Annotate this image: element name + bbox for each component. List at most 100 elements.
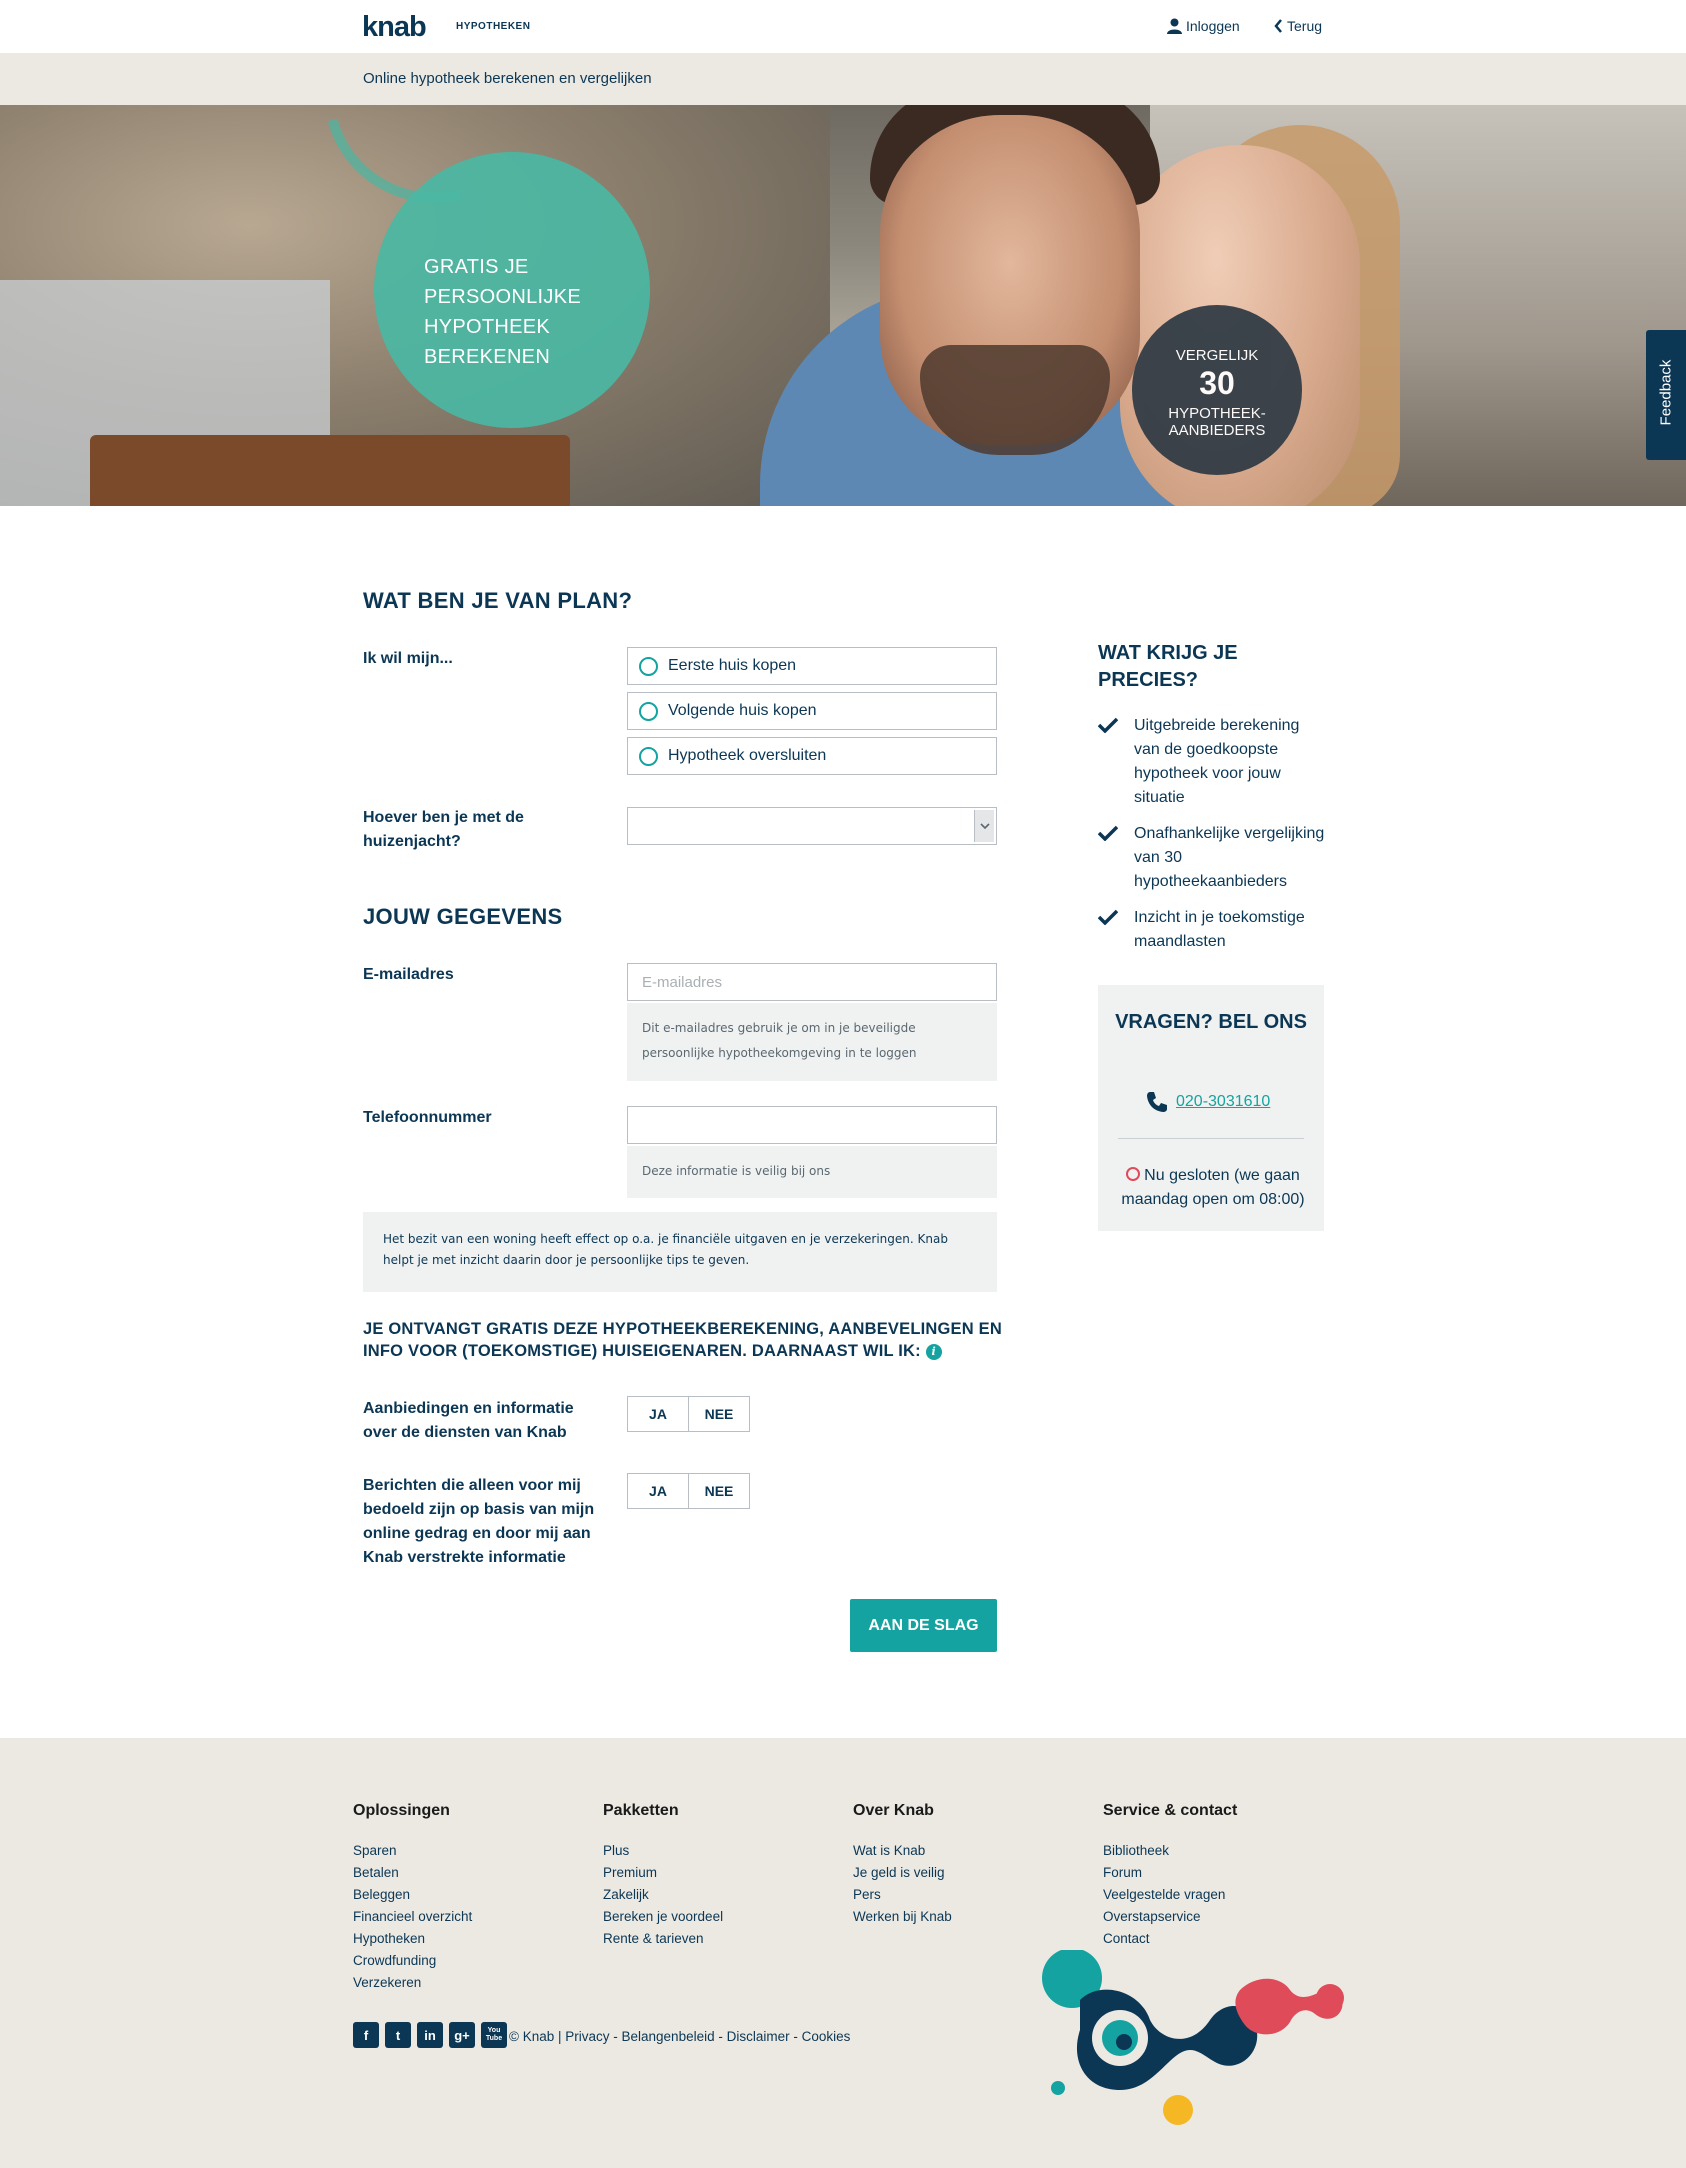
footer-column-title: Oplossingen: [353, 1802, 450, 1819]
benefit-text: Inzicht in je toekomstige maandlasten: [1134, 909, 1305, 950]
bubble-line: BEREKENEN: [424, 346, 551, 368]
bubble-line: PERSOONLIJKE: [424, 286, 581, 308]
social-icons: f t in g+ You Tube: [353, 2022, 507, 2048]
footer-link[interactable]: Verzekeren: [353, 1972, 472, 1994]
email-label: E-mailadres: [363, 966, 454, 983]
back-label: Terug: [1287, 18, 1323, 34]
footer-link[interactable]: Sparen: [353, 1840, 472, 1862]
feedback-tab[interactable]: Feedback: [1646, 330, 1686, 460]
page-title: Online hypotheek berekenen en vergelijke…: [363, 70, 652, 87]
interests-policy-link[interactable]: Belangenbeleid: [622, 2029, 715, 2044]
consent-q2-yes-button[interactable]: JA: [628, 1474, 688, 1508]
info-icon[interactable]: i: [925, 1343, 942, 1360]
radio-next-house[interactable]: Volgende huis kopen: [627, 692, 997, 730]
knab-logo[interactable]: knab: [362, 11, 427, 44]
email-hint: Dit e-mailadres gebruik je om in je beve…: [627, 1003, 997, 1081]
footer-link[interactable]: Wat is Knab: [853, 1840, 952, 1862]
footer-link[interactable]: Je geld is veilig: [853, 1862, 952, 1884]
radio-circle-icon: [639, 701, 658, 721]
legal-links: © Knab | Privacy - Belangenbeleid - Disc…: [509, 2029, 851, 2044]
footer-link[interactable]: Bereken je voordeel: [603, 1906, 723, 1928]
consent-q1-yes-button[interactable]: JA: [628, 1397, 688, 1431]
consent-q2-no-button[interactable]: NEE: [688, 1474, 749, 1508]
youtube-icon[interactable]: You Tube: [481, 2022, 507, 2048]
footer-link[interactable]: Betalen: [353, 1862, 472, 1884]
footer-column-about: Over Knab Wat is Knab Je geld is veilig …: [853, 1802, 952, 1928]
radio-circle-icon: [639, 656, 658, 676]
plan-heading: WAT BEN JE VAN PLAN?: [363, 588, 633, 613]
footer-link[interactable]: Bibliotheek: [1103, 1840, 1237, 1862]
footer-link[interactable]: Forum: [1103, 1862, 1237, 1884]
footer-link[interactable]: Premium: [603, 1862, 723, 1884]
footer-link[interactable]: Werken bij Knab: [853, 1906, 952, 1928]
footer-link[interactable]: Rente & tarieven: [603, 1928, 723, 1950]
decorative-bubbles-graphic: [1042, 1950, 1344, 2125]
footer-column-packages: Pakketten Plus Premium Zakelijk Bereken …: [603, 1802, 723, 1950]
footer-link[interactable]: Contact: [1103, 1928, 1237, 1950]
radio-first-house[interactable]: Eerste huis kopen: [627, 647, 997, 685]
feedback-label: Feedback: [1657, 359, 1675, 426]
radio-label: Hypotheek oversluiten: [668, 747, 827, 764]
call-us-box: VRAGEN? BEL ONS 020-3031610 Nu gesloten …: [1098, 985, 1324, 1231]
phone-field[interactable]: [627, 1106, 997, 1144]
hero-banner: [0, 105, 1686, 506]
footer-link[interactable]: Zakelijk: [603, 1884, 723, 1906]
phone-number-link[interactable]: 020-3031610: [1176, 1093, 1270, 1111]
footer-column-title: Pakketten: [603, 1802, 679, 1819]
badge-bottom: HYPOTHEEK- AANBIEDERS: [1132, 405, 1302, 439]
footer-link[interactable]: Plus: [603, 1840, 723, 1862]
footer-link[interactable]: Overstapservice: [1103, 1906, 1237, 1928]
call-us-title: VRAGEN? BEL ONS: [1115, 1011, 1307, 1033]
footer-column-solutions: Oplossingen Sparen Betalen Beleggen Fina…: [353, 1802, 472, 1994]
info-notice: Het bezit van een woning heeft effect op…: [363, 1212, 997, 1292]
start-button[interactable]: AAN DE SLAG: [850, 1599, 997, 1652]
footer-link[interactable]: Crowdfunding: [353, 1950, 472, 1972]
radio-refinance[interactable]: Hypotheek oversluiten: [627, 737, 997, 775]
privacy-link[interactable]: Privacy: [565, 2029, 609, 2044]
twitter-icon[interactable]: t: [385, 2022, 411, 2048]
closed-status-icon: [1126, 1167, 1141, 1181]
login-link[interactable]: Inloggen: [1167, 18, 1240, 34]
phone-link-row: 020-3031610: [1146, 1091, 1270, 1113]
copyright: © Knab: [509, 2029, 555, 2044]
house-search-select[interactable]: [627, 807, 997, 845]
logo-subtitle: HYPOTHEKEN: [456, 21, 531, 32]
google-plus-icon[interactable]: g+: [449, 2022, 475, 2048]
disclaimer-link[interactable]: Disclaimer: [727, 2029, 790, 2044]
badge-bottom-line: AANBIEDERS: [1168, 422, 1266, 439]
footer-link[interactable]: Veelgestelde vragen: [1103, 1884, 1237, 1906]
facebook-icon[interactable]: f: [353, 2022, 379, 2048]
house-search-label: Hoever ben je met de huizenjacht?: [363, 806, 524, 854]
opening-status-text: Nu gesloten (we gaan maandag open om 08:…: [1121, 1167, 1305, 1208]
house-search-label-line: Hoever ben je met de: [363, 809, 524, 826]
benefit-text: Uitgebreide berekening van de goedkoopst…: [1134, 717, 1300, 806]
footer-link[interactable]: Beleggen: [353, 1884, 472, 1906]
consent-q2-label: Berichten die alleen voor mij bedoeld zi…: [363, 1477, 595, 1566]
house-search-label-line: huizenjacht?: [363, 833, 461, 850]
consent-q1-no-button[interactable]: NEE: [688, 1397, 749, 1431]
sidebar-title: WAT KRIJG JE PRECIES?: [1098, 642, 1238, 691]
cookies-link[interactable]: Cookies: [802, 2029, 851, 2044]
chevron-down-icon: [974, 810, 994, 842]
consent-heading: JE ONTVANGT GRATIS DEZE HYPOTHEEKBEREKEN…: [363, 1318, 1003, 1362]
email-field[interactable]: [627, 963, 997, 1001]
phone-hint: Deze informatie is veilig bij ons: [627, 1146, 997, 1198]
user-icon: [1167, 18, 1182, 34]
phone-icon: [1147, 1092, 1167, 1112]
checkmark-icon: [1097, 906, 1134, 954]
footer-column-service: Service & contact Bibliotheek Forum Veel…: [1103, 1802, 1237, 1950]
footer-link[interactable]: Hypotheken: [353, 1928, 472, 1950]
divider: [1118, 1138, 1304, 1139]
benefit-item: Inzicht in je toekomstige maandlasten: [1097, 906, 1328, 954]
radio-label: Volgende huis kopen: [668, 702, 817, 719]
linkedin-icon[interactable]: in: [417, 2022, 443, 2048]
consent-q1-label: Aanbiedingen en informatie over de diens…: [363, 1400, 574, 1441]
bubble-line: GRATIS JE: [424, 256, 529, 278]
consent-q2-toggle: JA NEE: [627, 1473, 750, 1509]
footer-link[interactable]: Financieel overzicht: [353, 1906, 472, 1928]
back-link[interactable]: Terug: [1274, 18, 1322, 34]
details-heading: JOUW GEGEVENS: [363, 904, 563, 929]
footer-link[interactable]: Pers: [853, 1884, 952, 1906]
hero-chair: [90, 435, 570, 506]
checkmark-icon: [1097, 822, 1134, 894]
